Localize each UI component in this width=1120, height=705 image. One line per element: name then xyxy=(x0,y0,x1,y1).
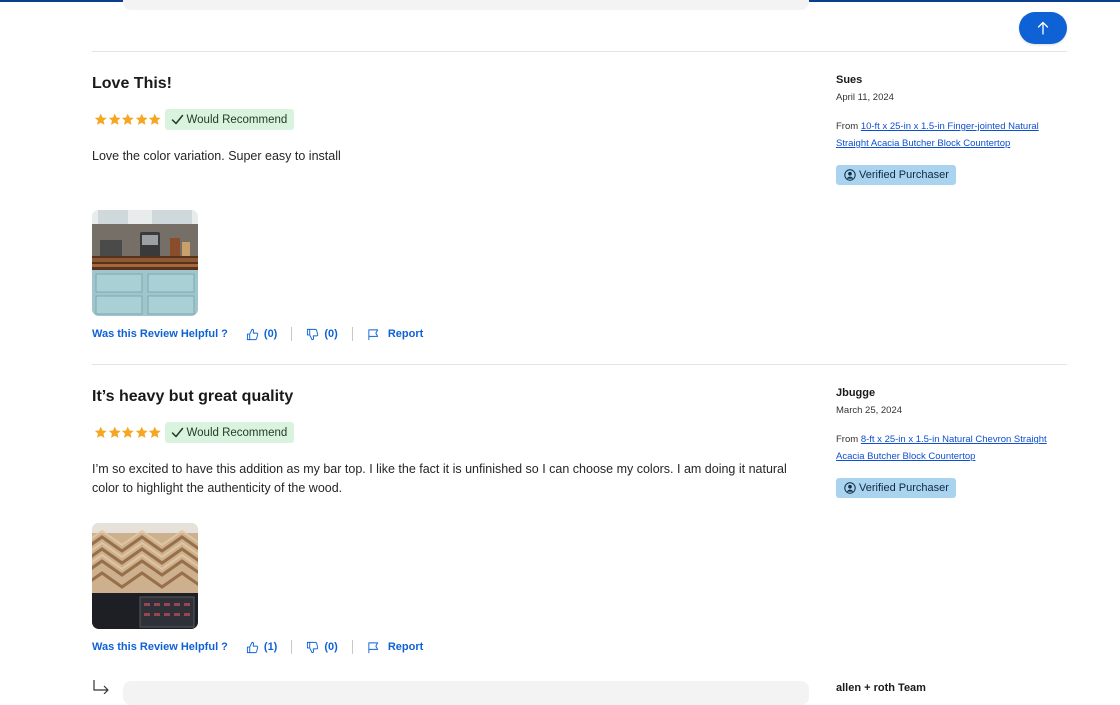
recommend-label: Would Recommend xyxy=(186,113,288,126)
reviewer-name: Jbugge xyxy=(836,387,876,399)
review-photo[interactable] xyxy=(92,210,198,316)
review-body: I’m so excited to have this addition as … xyxy=(92,462,787,495)
check-icon xyxy=(171,114,183,125)
product-from: From 8-ft x 25-in x 1.5-in Natural Chevr… xyxy=(836,431,1066,465)
verified-purchaser-badge: Verified Purchaser xyxy=(836,165,956,185)
star-icon xyxy=(148,113,161,125)
thumbs-down-icon xyxy=(307,641,319,653)
from-prefix: From xyxy=(836,434,859,445)
separator xyxy=(291,640,293,654)
helpful-label: Was this Review Helpful ? xyxy=(92,328,228,340)
star-icon xyxy=(108,113,121,125)
flag-icon xyxy=(368,641,378,653)
rating-row: Would Recommend xyxy=(94,109,295,130)
back-to-top-button[interactable] xyxy=(1019,12,1067,44)
product-link[interactable]: 8-ft x 25-in x 1.5-in Natural Chevron St… xyxy=(836,434,1047,462)
report-button[interactable]: Report xyxy=(367,641,423,654)
user-circle-icon xyxy=(844,169,856,181)
verified-label: Verified Purchaser xyxy=(859,482,949,494)
check-icon xyxy=(171,427,183,438)
separator xyxy=(351,640,353,654)
reply-arrow-icon xyxy=(93,680,109,694)
from-prefix: From xyxy=(836,121,859,132)
report-label: Report xyxy=(387,328,424,340)
reviewer-name: Sues xyxy=(836,74,863,86)
upvote-button[interactable]: (1) xyxy=(246,641,277,654)
downvote-count: (0) xyxy=(324,641,338,653)
star-icon xyxy=(94,426,107,438)
downvote-count: (0) xyxy=(324,328,338,340)
brand-reply-box xyxy=(123,681,809,705)
verified-label: Verified Purchaser xyxy=(859,169,949,181)
verified-purchaser-badge: Verified Purchaser xyxy=(836,478,956,498)
recommend-label: Would Recommend xyxy=(186,426,288,439)
thumbs-up-icon xyxy=(246,641,259,653)
star-icon xyxy=(94,113,107,125)
upvote-button[interactable]: (0) xyxy=(246,328,277,341)
review-date: April 11, 2024 xyxy=(836,92,894,103)
star-icon xyxy=(135,113,148,125)
arrow-up-icon xyxy=(1037,21,1049,35)
rating-row: Would Recommend xyxy=(94,422,295,443)
review-date: March 25, 2024 xyxy=(836,405,903,416)
would-recommend-badge: Would Recommend xyxy=(164,422,295,443)
product-link[interactable]: 10-ft x 25-in x 1.5-in Finger-jointed Na… xyxy=(836,121,1039,149)
review-divider xyxy=(92,364,1067,365)
star-icon xyxy=(148,426,161,438)
helpful-row: Was this Review Helpful ? (1) (0) Report xyxy=(92,639,423,655)
thumbs-up-icon xyxy=(246,328,259,340)
star-icon xyxy=(121,426,134,438)
star-rating xyxy=(94,426,162,439)
report-button[interactable]: Report xyxy=(367,328,423,341)
review-photo[interactable] xyxy=(92,523,198,629)
helpful-row: Was this Review Helpful ? (0) (0) Report xyxy=(92,326,423,342)
countertop-kitchen-photo xyxy=(92,210,198,316)
star-icon xyxy=(121,113,134,125)
separator xyxy=(351,327,353,341)
star-icon xyxy=(135,426,148,438)
review-title: It’s heavy but great quality xyxy=(92,388,294,405)
review-title: Love This! xyxy=(92,75,173,92)
star-icon xyxy=(108,426,121,438)
flag-icon xyxy=(368,328,378,340)
review-meta: Sues April 11, 2024 From 10-ft x 25-in x… xyxy=(836,74,1066,186)
product-from: From 10-ft x 25-in x 1.5-in Finger-joint… xyxy=(836,118,1066,152)
review-body: Love the color variation. Super easy to … xyxy=(92,149,341,163)
review-divider xyxy=(92,51,1067,52)
star-rating xyxy=(94,113,162,126)
helpful-label: Was this Review Helpful ? xyxy=(92,641,228,653)
upvote-count: (0) xyxy=(263,328,278,340)
separator xyxy=(291,327,293,341)
downvote-button[interactable]: (0) xyxy=(306,328,338,341)
upvote-count: (1) xyxy=(263,641,278,653)
would-recommend-badge: Would Recommend xyxy=(164,109,295,130)
user-circle-icon xyxy=(844,482,856,494)
report-label: Report xyxy=(387,641,424,653)
thumbs-down-icon xyxy=(307,328,319,340)
downvote-button[interactable]: (0) xyxy=(306,641,338,654)
review-meta: Jbugge March 25, 2024 From 8-ft x 25-in … xyxy=(836,387,1066,499)
reply-author: allen + roth Team xyxy=(836,682,926,694)
previous-reply-box xyxy=(123,0,809,10)
chevron-bar-top-photo xyxy=(92,523,198,629)
